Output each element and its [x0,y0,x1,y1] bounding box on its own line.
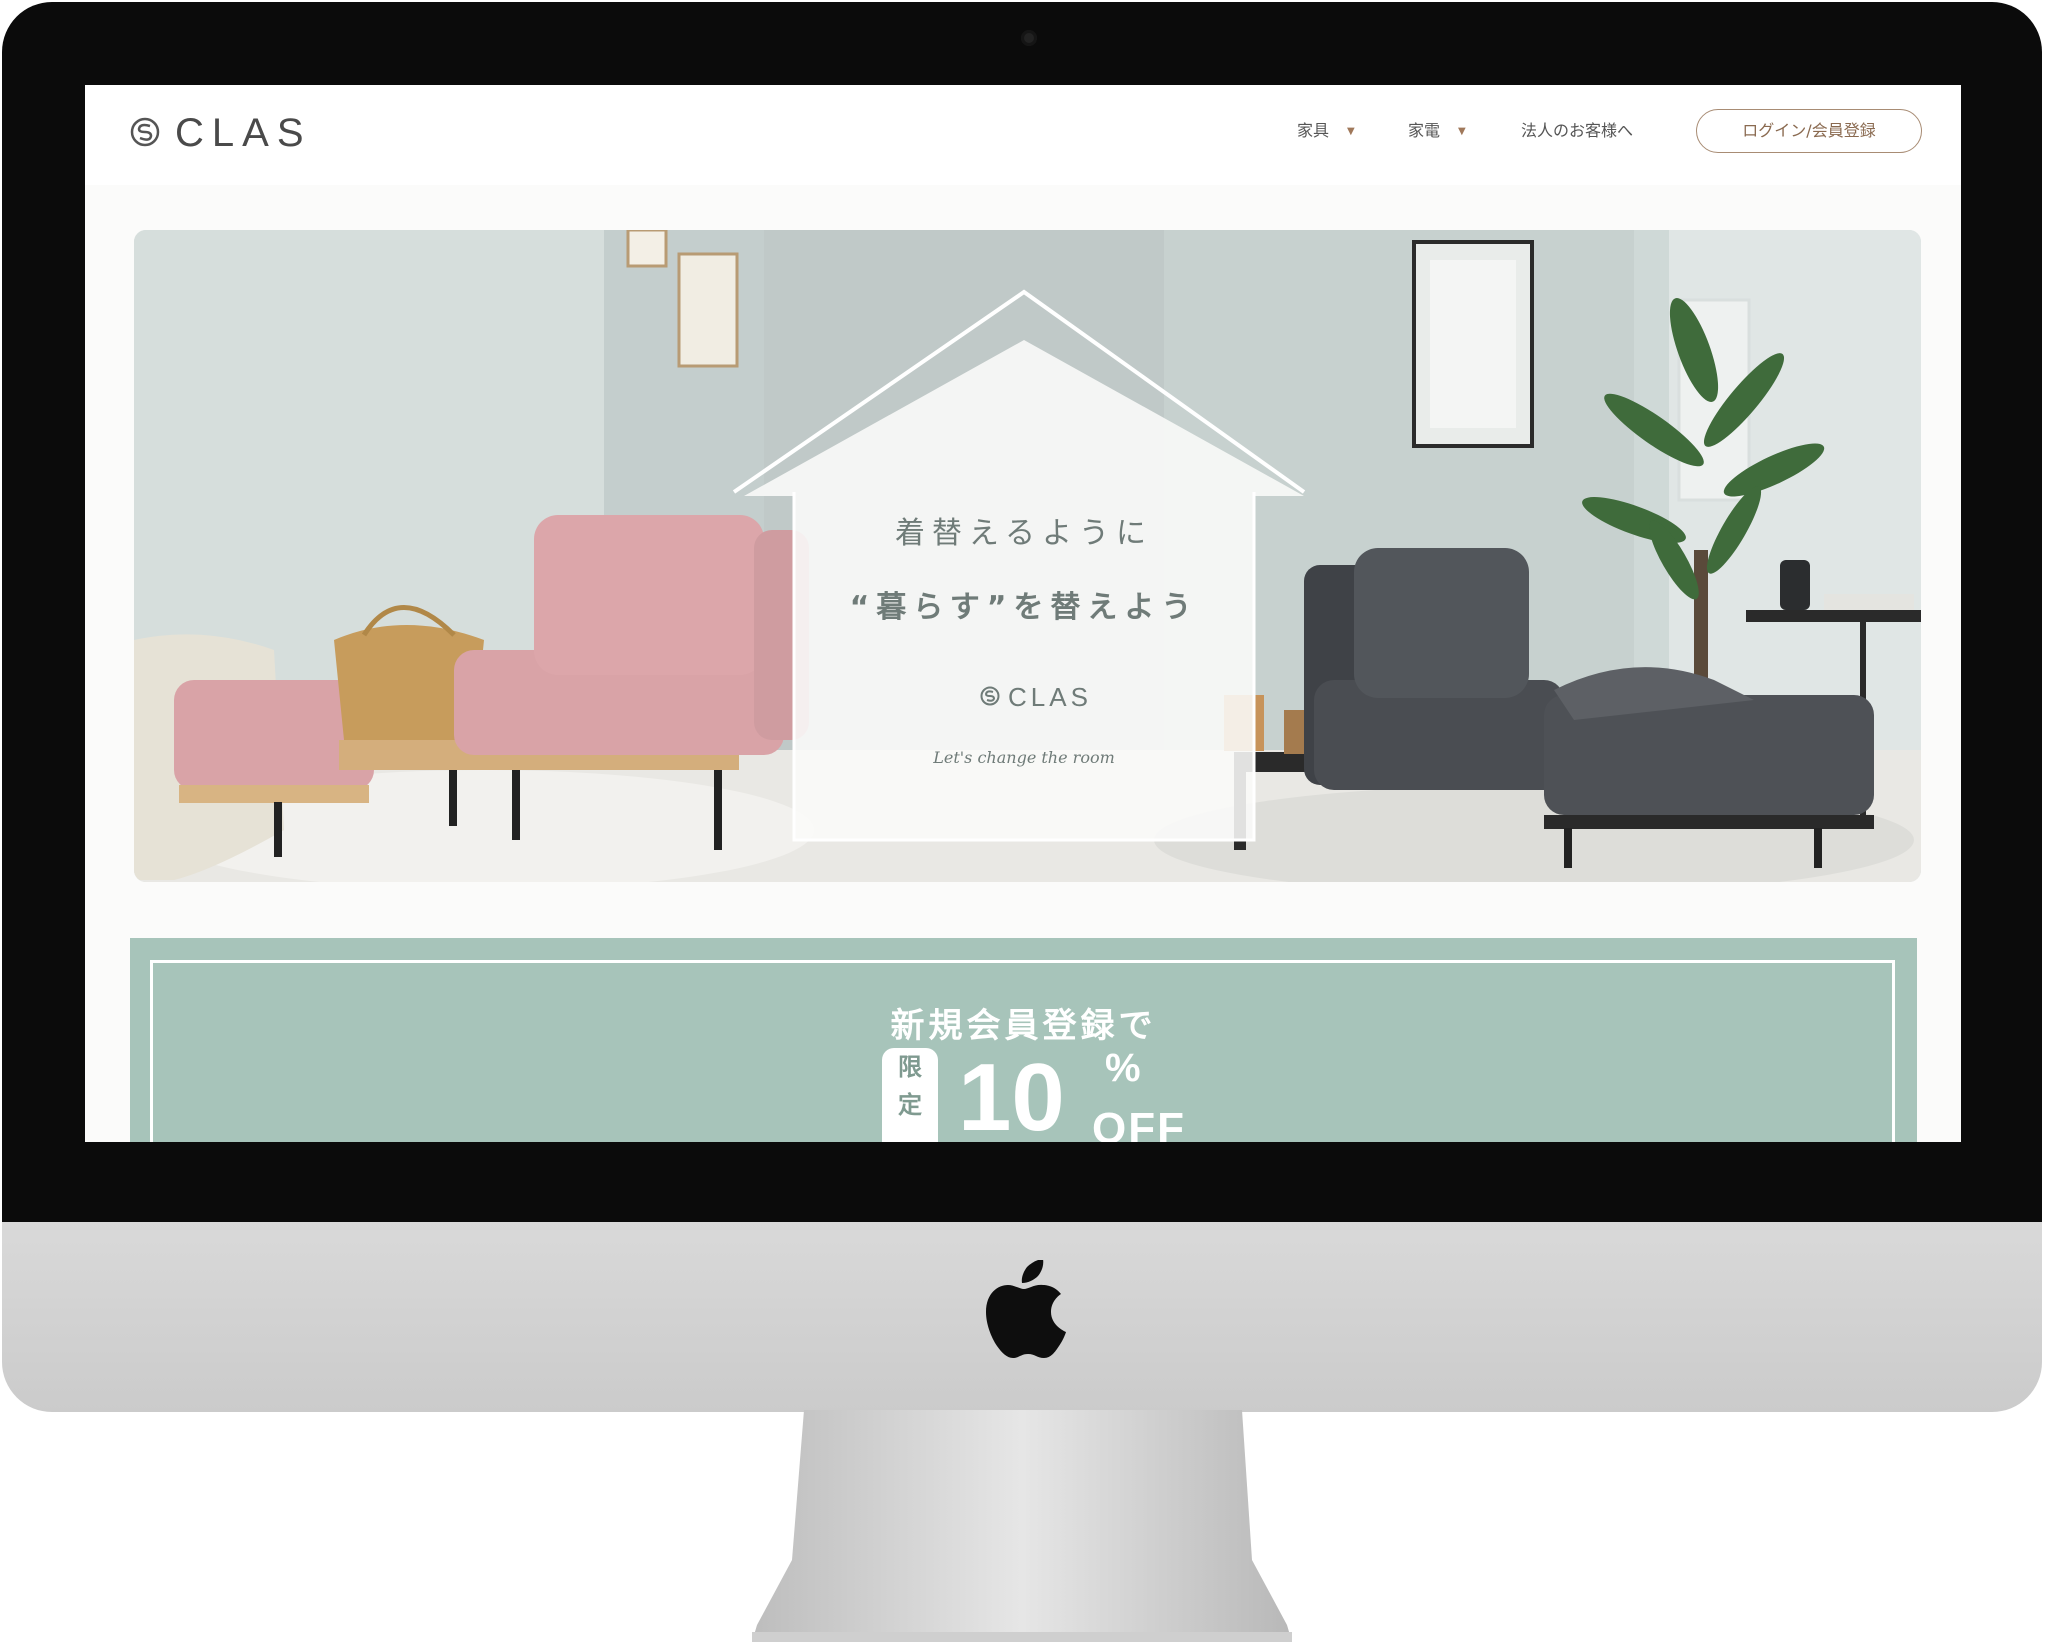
off-text: OFF [1092,1104,1186,1142]
promo-title: 新規会員登録で [890,1006,1157,1046]
caret-down-icon: ▼ [1347,125,1355,137]
camera-icon [1021,30,1037,46]
caret-down-icon: ▼ [1458,125,1466,137]
nav-item-label: 家電 [1408,121,1441,140]
clas-logo-icon [980,686,1000,706]
hero-headline-line2: “暮らす”を替えよう [849,590,1199,625]
apple-logo-icon [986,1260,1066,1358]
monitor-chin [2,1222,2042,1412]
nav-item-label: 家具 [1297,121,1330,140]
badge-char: 定 [898,1091,922,1119]
site-header: CLAS 家具 ▼ 家電 ▼ 法人のお客様へ ログイン/会員登録 [85,85,1961,185]
hero-banner[interactable]: 着替えるように “暮らす”を替えよう CLAS Let's change the… [134,230,1921,882]
login-register-button[interactable]: ログイン/会員登録 [1696,109,1922,153]
hero-headline-line1: 着替えるように [894,516,1154,551]
hero-logo-text: CLAS [1008,682,1092,712]
member-discount-banner[interactable]: 新規会員登録で 限 定 10 % OFF [130,938,1917,1142]
monitor-stand [752,1410,1292,1642]
percent-sign: % [1105,1046,1141,1090]
limited-badge: 限 定 [882,1048,938,1142]
clas-logo-icon[interactable] [130,117,160,147]
nav-item-label: 法人のお客様へ [1521,121,1634,140]
hero-room-image [134,230,1921,882]
nav-item-business[interactable]: 法人のお客様へ [1521,121,1633,141]
badge-char: 限 [898,1053,922,1081]
nav-item-appliances[interactable]: 家電 ▼ [1408,121,1466,142]
hero-tagline: Let's change the room [933,748,1115,767]
site-logo[interactable]: CLAS [175,112,312,154]
browser-viewport: CLAS 家具 ▼ 家電 ▼ 法人のお客様へ ログイン/会員登録 着替えるように… [85,85,1961,1142]
nav-item-furniture[interactable]: 家具 ▼ [1297,121,1355,142]
discount-number: 10 [958,1044,1065,1143]
